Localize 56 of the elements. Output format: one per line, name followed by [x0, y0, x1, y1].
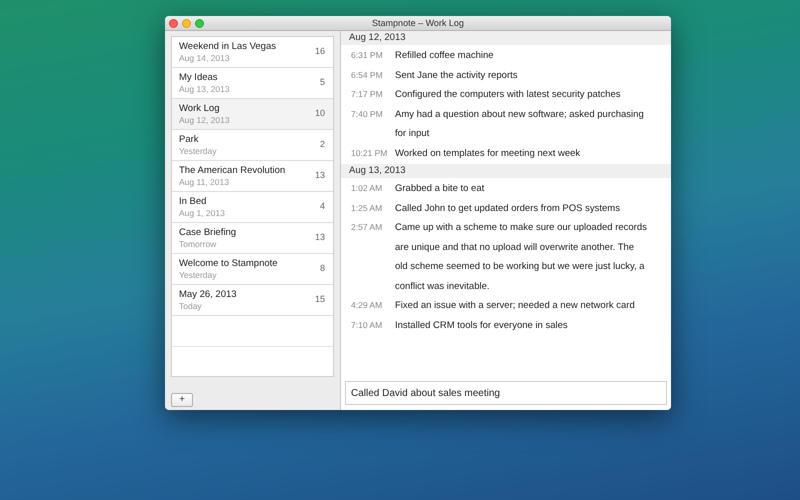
entry-count: 5 [320, 76, 325, 90]
note-row[interactable]: Work Log Aug 12, 2013 10 [172, 99, 333, 130]
note-title: Case Briefing [179, 226, 238, 238]
entry-time: 7:40 PM [351, 108, 384, 120]
note-date: Tomorrow [179, 238, 218, 250]
entry-time: 1:02 AM [351, 182, 384, 195]
minimize-button[interactable] [182, 18, 191, 28]
note-date: Aug 1, 2013 [179, 208, 226, 218]
entry-text: Came up with a scheme to make sure our uploaded records are unique and that no upload will overwrite another. The old scheme seemed to be working but we were just lucky, a conflict was inevitable. [395, 221, 648, 294]
note-title: Weekend in Las Vegas [179, 40, 278, 52]
entry-text: Grabbed a bite to eat [395, 182, 486, 196]
entry-text: Amy had a question about new software; asked purchasing for input [395, 108, 645, 141]
entry-time: 10:21 PM [351, 146, 388, 160]
note-date: Aug 13, 2013 [179, 84, 231, 94]
note-title: Park [179, 134, 200, 146]
entry-text: Installed CRM tools for everyone in sales [395, 318, 569, 332]
entry-count: 4 [320, 200, 325, 214]
entry-count: 15 [314, 293, 325, 306]
date-header: Aug 13, 2013 [341, 164, 671, 178]
note-date: Yesterday [179, 146, 218, 156]
note-date: Aug 12, 2013 [179, 114, 231, 126]
note-title: My Ideas [179, 72, 219, 84]
entry-text: Configured the computers with latest security patches [395, 88, 622, 102]
entry-count: 10 [314, 107, 325, 120]
entry-time: 2:57 AM [351, 221, 384, 234]
entry-text: Worked on templates for meeting next week [395, 146, 582, 160]
add-button[interactable]: + [171, 393, 193, 407]
entry-time: 6:31 PM [351, 49, 384, 62]
entry-text: Fixed an issue with a server; needed a new network card [395, 299, 636, 313]
window-title: Stampnote – Work Log [371, 16, 465, 30]
zoom-button[interactable] [195, 18, 204, 28]
note-title: Welcome to Stampnote [179, 258, 279, 270]
close-button[interactable] [169, 18, 178, 28]
entry-count: 13 [314, 169, 325, 182]
note-title: In Bed [179, 196, 208, 208]
note-date: Yesterday [179, 270, 218, 280]
entry-time: 6:54 PM [351, 68, 384, 82]
entry-count: 2 [320, 138, 325, 152]
entry-time: 7:17 PM [351, 88, 384, 101]
entry-text: Called John to get updated orders from POS systems [395, 202, 621, 216]
entry-text: Sent Jane the activity reports [395, 68, 519, 82]
date-header: Aug 12, 2013 [341, 31, 671, 45]
note-date: Today [179, 300, 203, 312]
entry-time: 7:10 AM [351, 318, 384, 332]
entry-time: 1:25 AM [351, 202, 384, 214]
entry-time: 4:29 AM [351, 299, 384, 312]
note-title: Work Log [179, 102, 220, 114]
note-title: The American Revolution [179, 164, 286, 176]
note-input-field[interactable]: Called David about sales meeting [345, 381, 667, 405]
note-title: May 26, 2013 [179, 288, 238, 300]
entry-count: 13 [314, 231, 325, 244]
note-date: Aug 14, 2013 [179, 52, 231, 64]
entry-text: Refilled coffee machine [395, 49, 495, 63]
entry-count: 8 [320, 262, 325, 276]
entry-count: 16 [314, 45, 325, 58]
note-date: Aug 11, 2013 [179, 176, 230, 188]
